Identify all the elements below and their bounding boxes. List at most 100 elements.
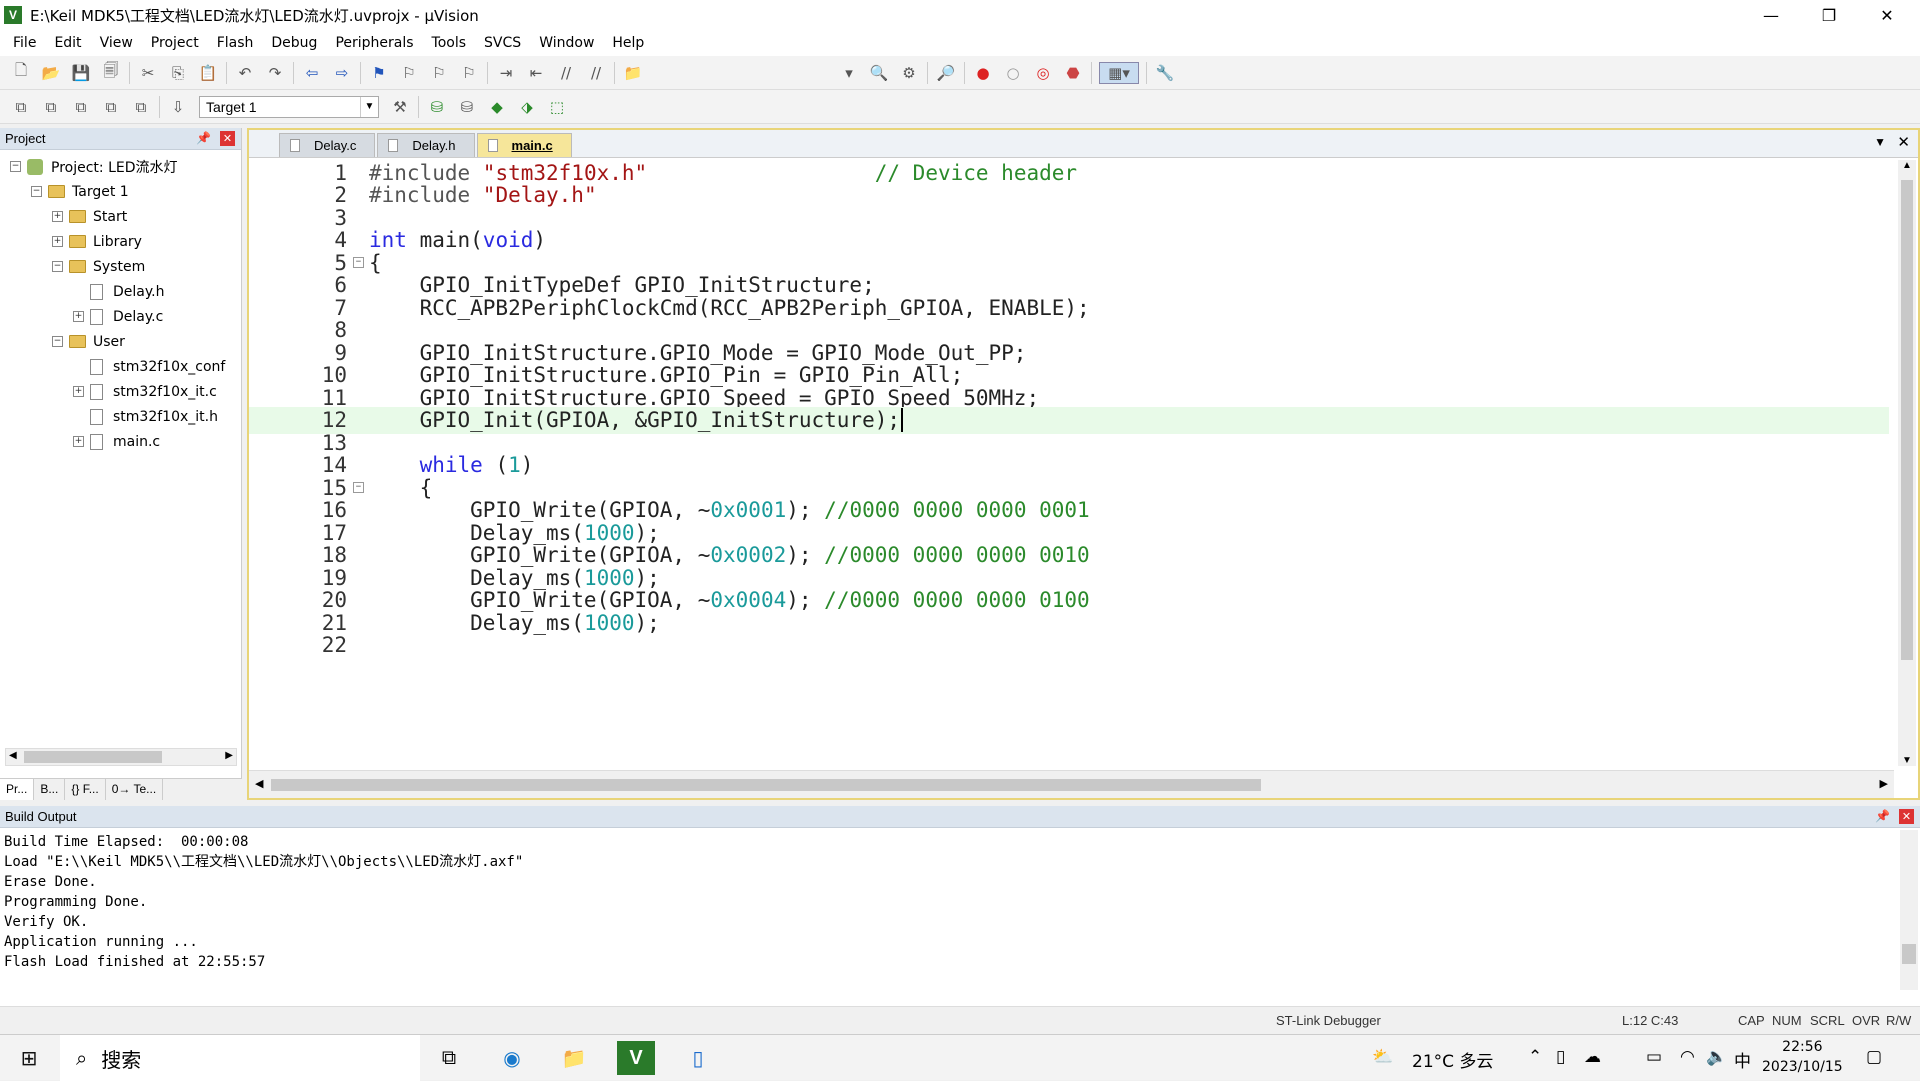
paste-icon[interactable]: 📋 [197,62,219,84]
download-load-icon[interactable]: ⇩ [167,96,189,118]
tree-item[interactable]: − System [52,254,145,279]
tools-wrench-icon[interactable]: 🔧 [1154,62,1176,84]
tree-item[interactable]: + Library [52,229,142,254]
collapse-icon[interactable]: − [52,261,63,272]
cut-icon[interactable]: ✂ [137,62,159,84]
minimize-button[interactable]: — [1742,0,1800,30]
breakpoint-kill-all-icon[interactable]: ⬣ [1062,62,1084,84]
bookmark-clear-icon[interactable]: ⚐ [458,62,480,84]
menu-view[interactable]: View [91,35,142,51]
comment-icon[interactable]: // [555,62,577,84]
menu-file[interactable]: File [4,35,45,51]
keil-uvision-taskbar-icon[interactable]: V [617,1041,655,1075]
rebuild-icon[interactable]: ⧉ [70,96,92,118]
breakpoint-disable-icon[interactable]: ○ [1002,62,1024,84]
code-line[interactable]: 22 [249,632,1889,659]
expand-icon[interactable]: + [73,311,84,322]
copy-icon[interactable]: ⎘ [167,62,189,84]
panel-tab[interactable]: B... [34,779,66,800]
panel-tab[interactable]: {} F... [65,779,106,800]
tree-item[interactable]: + main.c [73,429,160,454]
menu-tools[interactable]: Tools [423,35,476,51]
stop-build-icon[interactable]: ⧉ [130,96,152,118]
bookmark-next-icon[interactable]: ⚐ [428,62,450,84]
menu-peripherals[interactable]: Peripherals [326,35,422,51]
tree-item[interactable]: − User [52,329,125,354]
expand-icon[interactable]: + [73,436,84,447]
panel-tab[interactable]: Pr... [0,779,35,800]
indent-icon[interactable]: ⇥ [495,62,517,84]
pin-icon[interactable]: 📌 [196,131,211,145]
scrollbar-thumb[interactable] [1901,180,1913,660]
save-icon[interactable]: 💾 [70,62,92,84]
pin-icon[interactable]: 📌 [1875,809,1890,823]
chevron-up-icon[interactable]: ⌃ [1528,1047,1542,1067]
build-output-scrollbar[interactable] [1900,830,1918,990]
weather-text[interactable]: 21°C 多云 [1412,1047,1493,1072]
breakpoint-disable-all-icon[interactable]: ◎ [1032,62,1054,84]
close-button[interactable]: ✕ [1858,0,1916,30]
close-icon[interactable]: ✕ [1899,809,1914,824]
windows-start-icon[interactable]: ⊞ [10,1041,48,1075]
close-icon[interactable]: ✕ [220,131,235,146]
debug-session-icon[interactable]: 🔎 [935,62,957,84]
translate-icon[interactable]: ⧉ [10,96,32,118]
open-file-icon[interactable]: 📂 [40,62,62,84]
fold-icon[interactable]: − [353,257,364,268]
taskbar-search[interactable]: ⌕ 搜索 [60,1035,420,1081]
build-output-text[interactable]: Build Time Elapsed: 00:00:08 Load "E:\\K… [0,828,1920,976]
breakpoint-icon[interactable]: ● [972,62,994,84]
redo-icon[interactable]: ↷ [264,62,286,84]
scrollbar-thumb[interactable] [24,751,162,763]
editor-vertical-scrollbar[interactable]: ▲ ▼ [1898,160,1916,766]
usb-icon[interactable]: ▯ [1556,1047,1565,1067]
new-file-icon[interactable]: 🗋 [10,61,32,84]
select-packs-icon[interactable]: ◆ [486,96,508,118]
tree-item[interactable]: + stm32f10x_it.c [73,379,217,404]
tree-item[interactable]: + Delay.c [73,304,163,329]
menu-window[interactable]: Window [530,35,603,51]
collapse-icon[interactable]: − [52,336,63,347]
editor-tab[interactable]: main.c [476,133,572,157]
app-taskbar-icon[interactable]: ▯ [679,1041,717,1075]
find-dropdown-icon[interactable]: ▾ [838,62,860,84]
collapse-icon[interactable]: − [10,161,21,172]
scroll-up-icon[interactable]: ▲ [1902,160,1912,171]
editor-tab[interactable]: Delay.h [377,133,475,157]
batch-build-icon[interactable]: ⧉ [100,96,122,118]
chevron-down-icon[interactable]: ▼ [360,96,378,117]
edge-browser-icon[interactable]: ◉ [493,1041,531,1075]
close-tab-icon[interactable]: ✕ [1897,133,1910,151]
cloud-icon[interactable]: ☁ [1584,1047,1601,1067]
undo-icon[interactable]: ↶ [234,62,256,84]
tree-item[interactable]: stm32f10x_it.h [73,404,218,429]
bookmark-icon[interactable]: ⚑ [368,62,390,84]
menu-svcs[interactable]: SVCS [475,35,530,51]
target-select[interactable]: Target 1 ▼ [199,95,379,118]
build-icon[interactable]: ⧉ [40,96,62,118]
tree-item[interactable]: − Target 1 [31,179,129,204]
window-layout-icon[interactable]: ▦▾ [1099,61,1139,84]
save-all-icon[interactable]: 🗐 [100,61,122,84]
menu-edit[interactable]: Edit [45,35,90,51]
task-view-icon[interactable]: ⧉ [430,1041,468,1075]
notification-icon[interactable]: ▢ [1866,1047,1882,1067]
uncomment-icon[interactable]: // [585,62,607,84]
code-editor[interactable]: 1 #include "stm32f10x.h" // Device header… [249,158,1889,766]
tree-horizontal-scrollbar[interactable]: ◀ ▶ [5,748,237,766]
tree-item[interactable]: + Start [52,204,127,229]
expand-icon[interactable]: + [52,211,63,222]
navigate-back-icon[interactable]: ⇦ [301,62,323,84]
menu-project[interactable]: Project [142,35,208,51]
target-options-icon[interactable]: ⚒ [389,96,411,118]
find-in-files-icon[interactable]: 📁 [622,62,644,84]
menu-flash[interactable]: Flash [208,35,263,51]
manage-run-time-icon[interactable]: ⬗ [516,96,538,118]
navigate-forward-icon[interactable]: ⇨ [331,62,353,84]
scroll-right-icon[interactable]: ▶ [225,750,233,761]
battery-icon[interactable]: ▭ [1646,1047,1662,1067]
panel-tab[interactable]: 0→ Te... [106,779,164,800]
scroll-right-icon[interactable]: ▶ [1880,777,1888,790]
scroll-left-icon[interactable]: ◀ [9,750,17,761]
scrollbar-thumb[interactable] [271,779,1261,791]
